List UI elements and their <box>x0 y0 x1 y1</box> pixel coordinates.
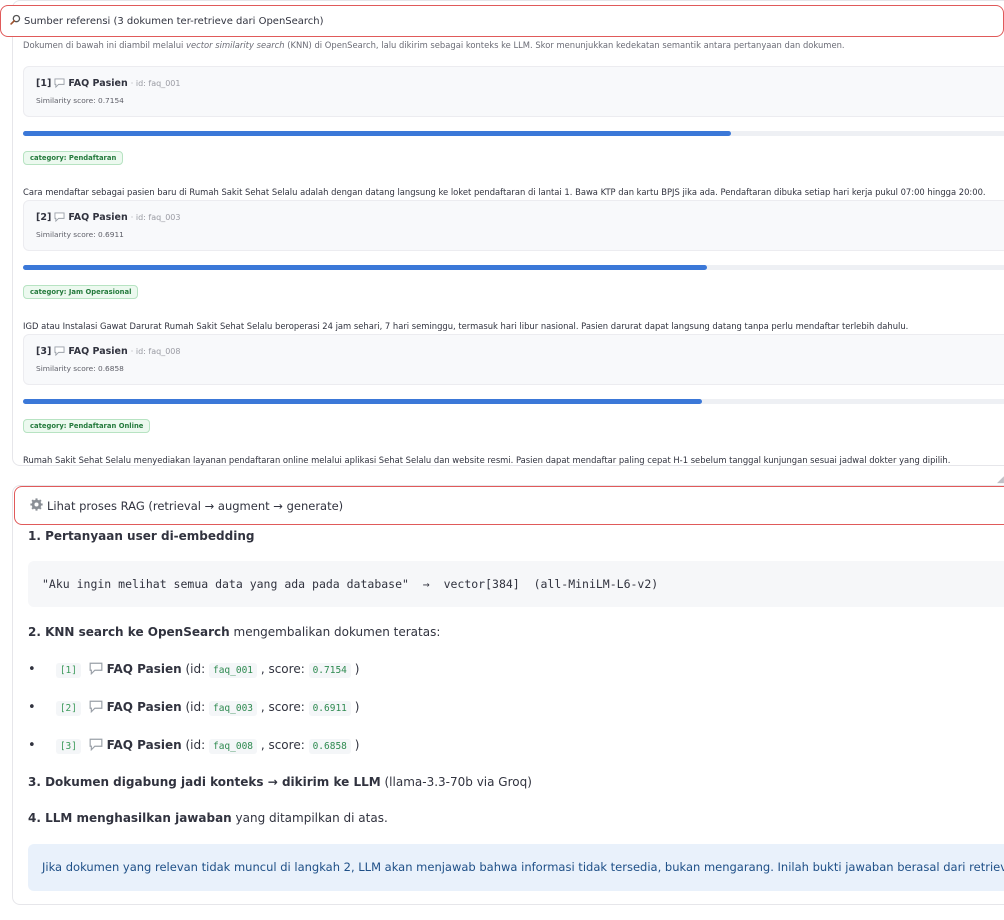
doc-card-title: [1] FAQ Pasien · id: faq_001 <box>36 78 180 91</box>
result-name: FAQ Pasien <box>106 700 182 714</box>
rag-panel <box>12 485 1004 905</box>
rag-step-4: 4. LLM menghasilkan jawaban yang ditampi… <box>28 811 388 825</box>
magnifier-icon <box>10 14 21 28</box>
doc-id: · id: faq_001 <box>130 79 181 88</box>
doc-score: Similarity score: 0.6911 <box>36 230 124 239</box>
result-list-item: • [3] FAQ Pasien (id: faq_008 , score: 0… <box>28 738 359 754</box>
result-score: 0.6858 <box>308 739 351 754</box>
result-score: 0.6911 <box>308 701 351 716</box>
step-2-bold: 2. KNN search ke OpenSearch <box>28 625 230 639</box>
speech-bubble-icon <box>89 662 103 678</box>
references-intro: Dokumen di bawah ini diambil melalui vec… <box>23 40 845 50</box>
category-badge: category: Jam Operasional <box>23 285 139 299</box>
rag-step-3: 3. Dokumen digabung jadi konteks → dikir… <box>28 775 532 789</box>
gear-icon <box>30 497 43 514</box>
info-callout: Jika dokumen yang relevan tidak muncul d… <box>28 844 1004 891</box>
result-score-label: , score: <box>257 700 309 714</box>
step-3-bold: 3. Dokumen digabung jadi konteks → dikir… <box>28 775 381 789</box>
similarity-bar-3 <box>23 399 1004 404</box>
speech-bubble-icon <box>89 700 103 716</box>
speech-bubble-icon <box>54 212 65 225</box>
result-close: ) <box>350 662 360 676</box>
result-close: ) <box>350 700 360 714</box>
similarity-bar-2 <box>23 265 1004 270</box>
references-expander-header[interactable]: Sumber referensi (3 dokumen ter-retrieve… <box>0 5 1004 37</box>
doc-card-title: [2] FAQ Pasien · id: faq_003 <box>36 212 180 225</box>
step-4-bold: 4. LLM menghasilkan jawaban <box>28 811 232 825</box>
info-text: Jika dokumen yang relevan tidak muncul d… <box>42 860 1004 874</box>
similarity-bar-1 <box>23 131 1004 136</box>
resize-handle-icon[interactable]: ◢ <box>997 475 1004 485</box>
result-id-label: (id: <box>181 662 209 676</box>
embedding-code: "Aku ingin melihat semua data yang ada p… <box>42 577 659 591</box>
doc-score: Similarity score: 0.6858 <box>36 364 124 373</box>
doc-index: [1] <box>36 78 52 89</box>
result-score: 0.7154 <box>308 663 351 678</box>
result-num: [3] <box>55 739 81 754</box>
doc-index: [2] <box>36 212 52 223</box>
speech-bubble-icon <box>54 346 65 359</box>
speech-bubble-icon <box>54 78 65 91</box>
doc-content: Cara mendaftar sebagai pasien baru di Ru… <box>23 187 986 197</box>
category-badge: category: Pendaftaran <box>23 151 124 165</box>
result-id: faq_003 <box>208 701 258 716</box>
doc-title: FAQ Pasien <box>68 346 128 357</box>
intro-text-em: vector similarity search <box>186 40 285 50</box>
bullet: • <box>28 700 36 715</box>
category-badge: category: Pendaftaran Online <box>23 419 151 433</box>
step-1-label: 1. Pertanyaan user di-embedding <box>28 529 255 543</box>
rag-expander-header[interactable]: Lihat proses RAG (retrieval → augment → … <box>14 486 1004 525</box>
similarity-bar-fill <box>23 399 702 404</box>
rag-step-2: 2. KNN search ke OpenSearch mengembalika… <box>28 625 440 639</box>
doc-card-1: [1] FAQ Pasien · id: faq_001 Similarity … <box>23 66 1004 117</box>
step-2-rest: mengembalikan dokumen teratas: <box>229 625 441 639</box>
similarity-bar-fill <box>23 265 708 270</box>
speech-bubble-icon <box>89 738 103 754</box>
rag-header-label: Lihat proses RAG (retrieval → augment → … <box>47 498 344 513</box>
intro-text-1: Dokumen di bawah ini diambil melalui <box>23 40 187 50</box>
result-name: FAQ Pasien <box>106 662 182 676</box>
result-id: faq_001 <box>208 663 258 678</box>
intro-text-2: (KNN) di OpenSearch, lalu dikirim sebaga… <box>284 40 845 50</box>
doc-card-2: [2] FAQ Pasien · id: faq_003 Similarity … <box>23 200 1004 251</box>
bullet: • <box>28 662 36 677</box>
result-score-label: , score: <box>257 738 309 752</box>
result-list-item: • [2] FAQ Pasien (id: faq_003 , score: 0… <box>28 700 359 716</box>
result-close: ) <box>350 738 360 752</box>
doc-id: · id: faq_003 <box>130 213 181 222</box>
similarity-bar-fill <box>23 131 732 136</box>
result-id: faq_008 <box>208 739 258 754</box>
embedding-code-block: "Aku ingin melihat semua data yang ada p… <box>28 561 1004 607</box>
bullet: • <box>28 738 36 753</box>
rag-step-1: 1. Pertanyaan user di-embedding <box>28 529 254 543</box>
result-name: FAQ Pasien <box>106 738 182 752</box>
result-score-label: , score: <box>257 662 309 676</box>
doc-id: · id: faq_008 <box>130 347 181 356</box>
doc-card-3: [3] FAQ Pasien · id: faq_008 Similarity … <box>23 334 1004 385</box>
doc-score: Similarity score: 0.7154 <box>36 96 124 105</box>
doc-content: IGD atau Instalasi Gawat Darurat Rumah S… <box>23 321 909 331</box>
doc-content: Rumah Sakit Sehat Selalu menyediakan lay… <box>23 455 951 465</box>
doc-title: FAQ Pasien <box>68 212 128 223</box>
result-num: [1] <box>55 663 81 678</box>
result-id-label: (id: <box>181 738 209 752</box>
result-num: [2] <box>55 701 81 716</box>
doc-card-title: [3] FAQ Pasien · id: faq_008 <box>36 346 180 359</box>
result-id-label: (id: <box>181 700 209 714</box>
step-4-rest: yang ditampilkan di atas. <box>231 811 388 825</box>
result-list-item: • [1] FAQ Pasien (id: faq_001 , score: 0… <box>28 662 359 678</box>
step-3-rest: (llama-3.3-70b via Groq) <box>380 775 532 789</box>
doc-title: FAQ Pasien <box>68 78 128 89</box>
doc-index: [3] <box>36 346 52 357</box>
references-header-label: Sumber referensi (3 dokumen ter-retrieve… <box>24 15 324 27</box>
